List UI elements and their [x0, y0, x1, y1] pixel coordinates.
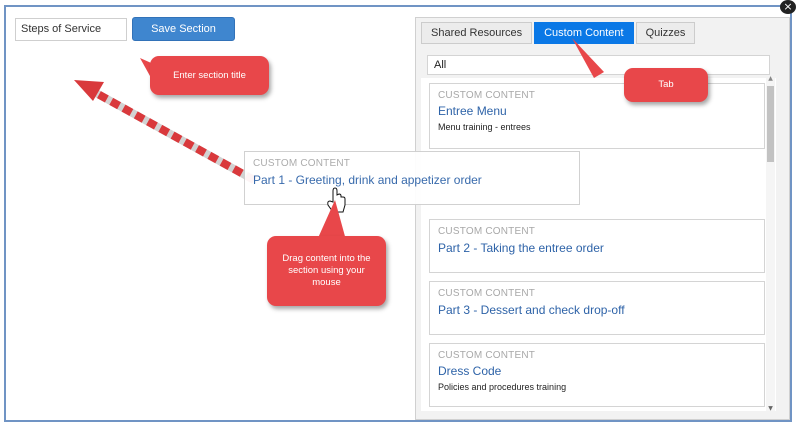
callout-pointer: [140, 38, 604, 240]
callout-enter-title: Enter section title: [150, 56, 269, 95]
callout-tab: Tab: [624, 68, 708, 102]
callout-drag: Drag content into the section using your…: [267, 236, 386, 306]
